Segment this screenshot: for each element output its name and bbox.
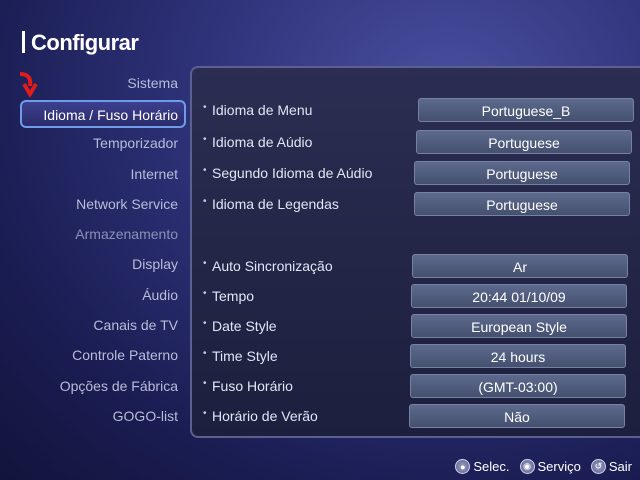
setting-row-tempo[interactable]: Tempo 20:44 01/10/09 [192, 284, 640, 310]
setting-label: Segundo Idioma de Aúdio [203, 165, 372, 181]
setting-label: Tempo [203, 288, 254, 304]
setting-value-dropdown[interactable]: 24 hours [410, 344, 626, 368]
setting-row-horario-de-verao[interactable]: Horário de Verão Não [192, 404, 640, 430]
sidebar-item-temporizador[interactable]: Temporizador [0, 128, 186, 158]
setting-value-dropdown[interactable]: (GMT-03:00) [410, 374, 626, 398]
setting-label: Date Style [203, 318, 277, 334]
setting-value-dropdown[interactable]: Ar [412, 254, 628, 278]
title-bar-decoration [22, 31, 25, 53]
setting-label: Time Style [203, 348, 278, 364]
sidebar-item-internet[interactable]: Internet [0, 159, 186, 189]
hint-service-label: Serviço [537, 459, 581, 474]
setting-row-idioma-de-menu[interactable]: Idioma de Menu Portuguese_B [192, 98, 640, 124]
setting-row-segundo-idioma-de-audio[interactable]: Segundo Idioma de Aúdio Portuguese [192, 161, 640, 187]
button-hints: ● Selec. ◉ Serviço ↺ Sair [455, 459, 632, 474]
setting-value-dropdown[interactable]: Portuguese [414, 161, 630, 185]
setting-label: Idioma de Aúdio [203, 134, 312, 150]
setting-value-dropdown[interactable]: Não [409, 404, 625, 428]
setting-row-time-style[interactable]: Time Style 24 hours [192, 344, 640, 370]
setting-value-field[interactable]: 20:44 01/10/09 [411, 284, 627, 308]
setting-row-idioma-de-legendas[interactable]: Idioma de Legendas Portuguese [192, 192, 640, 218]
hint-select[interactable]: ● Selec. [455, 459, 510, 474]
setting-value-dropdown[interactable]: Portuguese [416, 130, 632, 154]
setting-label: Fuso Horário [203, 378, 293, 394]
setting-label: Horário de Verão [203, 408, 318, 424]
setting-value-dropdown[interactable]: Portuguese [414, 192, 630, 216]
hint-exit-label: Sair [608, 459, 632, 474]
setting-label: Idioma de Menu [203, 102, 312, 118]
sidebar-item-sistema[interactable]: Sistema [0, 68, 186, 98]
setting-row-date-style[interactable]: Date Style European Style [192, 314, 640, 340]
sidebar-item-canais-de-tv[interactable]: Canais de TV [0, 310, 186, 340]
settings-sidebar: Sistema Idioma / Fuso Horário Temporizad… [0, 68, 186, 431]
setting-value-dropdown[interactable]: European Style [411, 314, 627, 338]
sidebar-item-audio[interactable]: Áudio [0, 280, 186, 310]
page-title: Configurar [22, 30, 139, 56]
setting-label: Idioma de Legendas [203, 196, 339, 212]
page-title-text: Configurar [31, 30, 139, 55]
exit-button-icon: ↺ [590, 459, 606, 474]
setting-value-dropdown[interactable]: Portuguese_B [418, 98, 634, 122]
hint-exit[interactable]: ↺ Sair [590, 459, 632, 474]
setting-row-fuso-horario[interactable]: Fuso Horário (GMT-03:00) [192, 374, 640, 400]
sidebar-item-controle-paterno[interactable]: Controle Paterno [0, 340, 186, 370]
setting-row-idioma-de-audio[interactable]: Idioma de Aúdio Portuguese [192, 130, 640, 156]
sidebar-item-gogo-list[interactable]: GOGO-list [0, 401, 186, 431]
setting-row-auto-sincronizacao[interactable]: Auto Sincronização Ar [192, 254, 640, 280]
select-button-icon: ● [455, 459, 471, 474]
hint-service[interactable]: ◉ Serviço [519, 459, 581, 474]
sidebar-item-opcoes-de-fabrica[interactable]: Opções de Fábrica [0, 371, 186, 401]
sidebar-item-network-service[interactable]: Network Service [0, 189, 186, 219]
service-button-icon: ◉ [519, 459, 535, 474]
sidebar-item-armazenamento[interactable]: Armazenamento [0, 219, 186, 249]
hint-select-label: Selec. [473, 459, 510, 474]
sidebar-item-idioma-fuso-horario[interactable]: Idioma / Fuso Horário [20, 100, 186, 129]
sidebar-item-display[interactable]: Display [0, 249, 186, 279]
settings-panel: Idioma de Menu Portuguese_B Idioma de Aú… [190, 66, 640, 438]
setting-label: Auto Sincronização [203, 258, 333, 274]
